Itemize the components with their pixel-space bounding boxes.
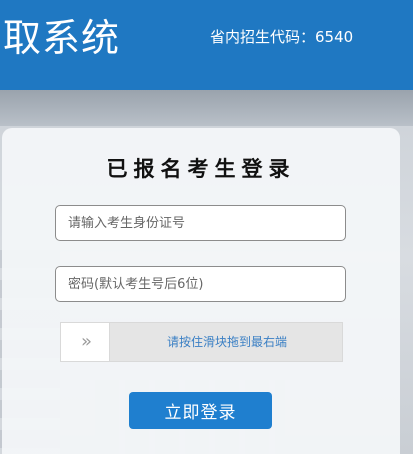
slide-verify[interactable]: » 请按住滑块拖到最右端 xyxy=(60,322,343,362)
slider-handle-icon[interactable]: » xyxy=(61,323,110,361)
slider-hint: 请按住滑块拖到最右端 xyxy=(166,335,287,349)
id-number-input[interactable] xyxy=(55,205,346,241)
login-panel: 已报名考生登录 » 请按住滑块拖到最右端 立即登录 xyxy=(2,128,400,454)
enrollment-code: 省内招生代码：6540 xyxy=(210,28,354,46)
password-input[interactable] xyxy=(55,266,346,302)
login-title: 已报名考生登录 xyxy=(106,157,296,181)
header-subbar xyxy=(0,90,413,126)
site-header: 取系统 省内招生代码：6540 xyxy=(0,0,413,90)
site-title: 取系统 xyxy=(3,16,121,60)
login-button[interactable]: 立即登录 xyxy=(129,392,272,429)
